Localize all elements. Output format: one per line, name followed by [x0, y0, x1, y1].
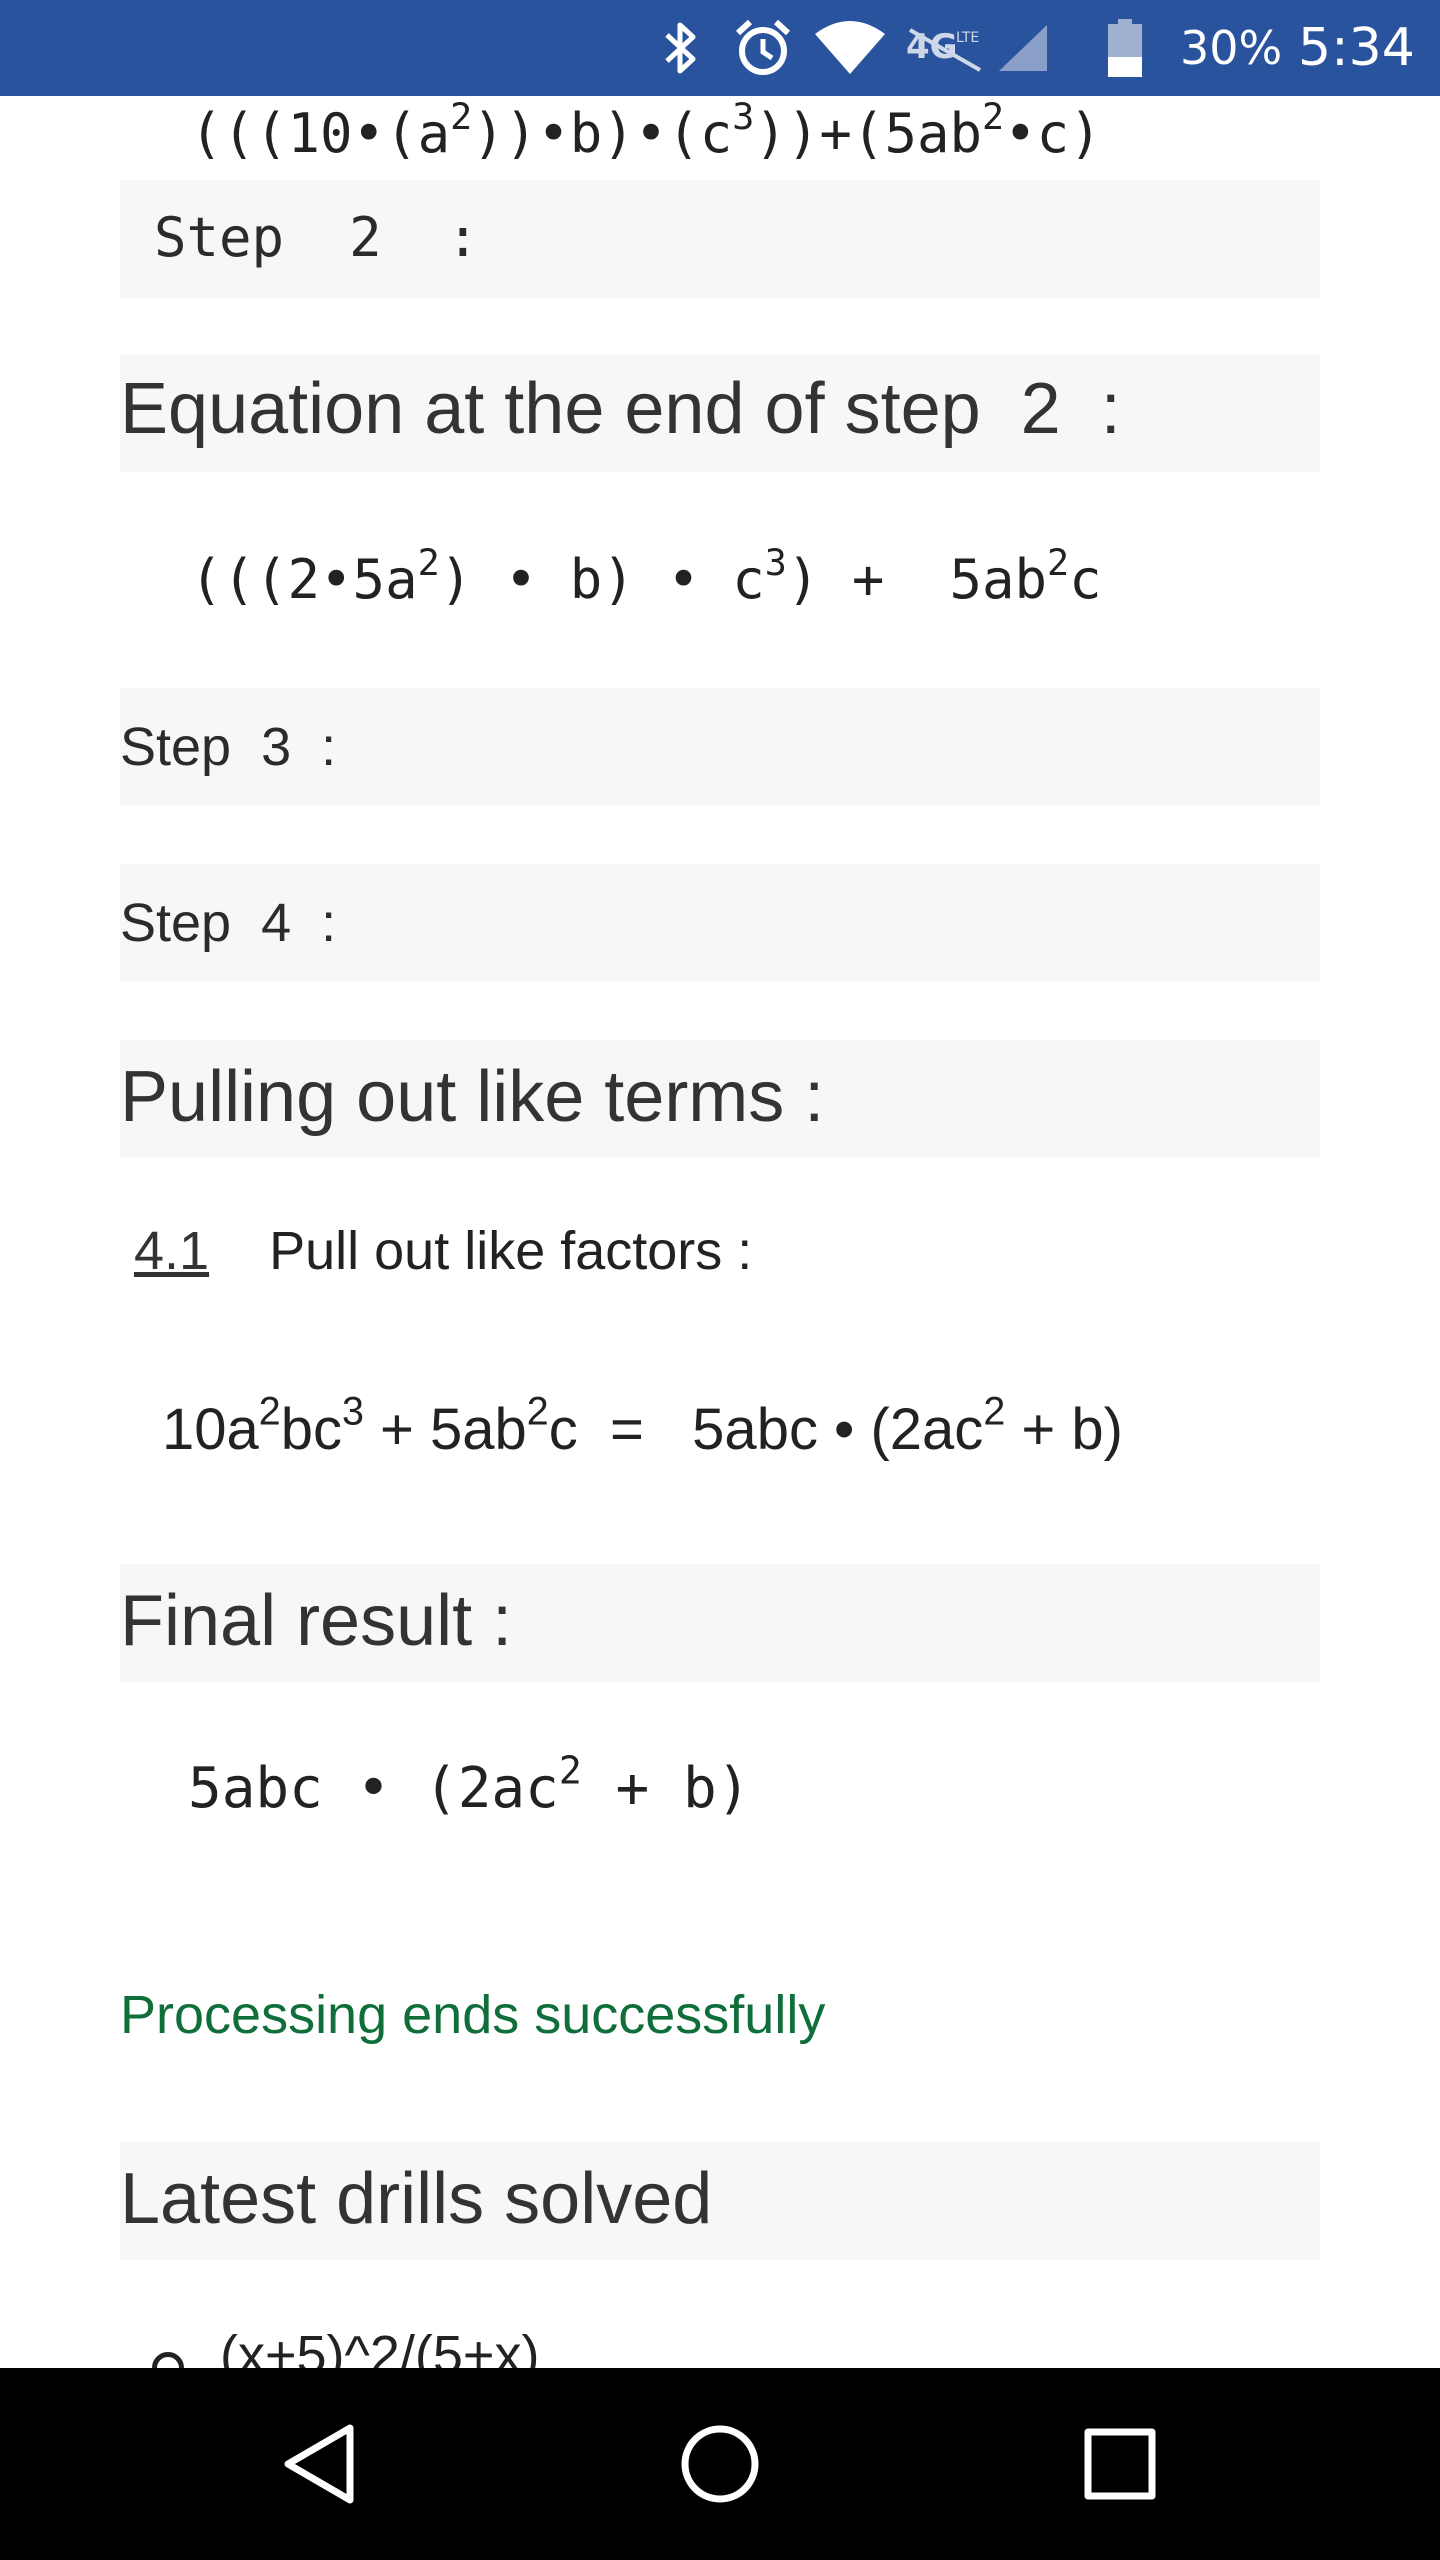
svg-text:LTE: LTE — [956, 30, 979, 46]
substep-header: 4.1 Pull out like factors : — [134, 1220, 752, 1282]
step4-band: Step 4 : — [120, 864, 1320, 982]
status-bar: 4G LTE 30% 5:34 — [0, 0, 1440, 96]
step2-label: Step 2 : — [154, 206, 480, 269]
latest-heading: Latest drills solved — [120, 2159, 713, 2239]
success-message: Processing ends successfully — [120, 1985, 826, 2045]
pulling-heading: Pulling out like terms : — [120, 1057, 825, 1137]
solution-content: (((10•(a2))•b)•(c3))+(5ab2•c) Step 2 : E… — [0, 96, 1440, 2368]
wifi-icon — [812, 18, 888, 78]
clock-time: 5:34 — [1298, 18, 1415, 78]
recents-icon — [1084, 2428, 1156, 2500]
step2-expression: (((2•5a2) • b) • c3) + 5ab2c — [190, 541, 1102, 611]
home-button[interactable] — [600, 2368, 840, 2560]
recents-button[interactable] — [1000, 2368, 1240, 2560]
substep-number: 4.1 — [134, 1221, 210, 1281]
4g-lte-icon: 4G LTE — [900, 18, 990, 78]
navigation-bar — [0, 2368, 1440, 2560]
bluetooth-icon — [656, 18, 706, 78]
back-button[interactable] — [200, 2368, 440, 2560]
home-icon — [681, 2425, 759, 2503]
latest-band: Latest drills solved — [120, 2142, 1320, 2260]
alarm-icon — [730, 18, 796, 78]
list-bullet — [152, 2352, 184, 2368]
back-icon — [284, 2424, 354, 2504]
eq-end-step2-band: Equation at the end of step 2 : — [120, 354, 1320, 472]
final-heading: Final result : — [120, 1581, 513, 1661]
substep-title: Pull out like factors : — [269, 1221, 753, 1281]
battery-icon — [1100, 18, 1150, 78]
step1-expression: (((10•(a2))•b)•(c3))+(5ab2•c) — [190, 96, 1102, 165]
step4-label: Step 4 : — [120, 893, 337, 953]
signal-icon — [996, 18, 1050, 78]
step2-band: Step 2 : — [120, 180, 1320, 298]
factor-expression: 10a2bc3 + 5ab2c = 5abc • (2ac2 + b) — [162, 1389, 1123, 1462]
step3-label: Step 3 : — [120, 717, 337, 777]
pulling-band: Pulling out like terms : — [120, 1040, 1320, 1158]
final-band: Final result : — [120, 1564, 1320, 1682]
battery-percent: 30% — [1180, 21, 1283, 75]
final-expression: 5abc • (2ac2 + b) — [188, 1748, 751, 1821]
eq-end-step2-heading: Equation at the end of step 2 : — [120, 369, 1121, 449]
drill-link[interactable]: (x+5)^2/(5+x) — [220, 2324, 539, 2368]
step3-band: Step 3 : — [120, 688, 1320, 806]
